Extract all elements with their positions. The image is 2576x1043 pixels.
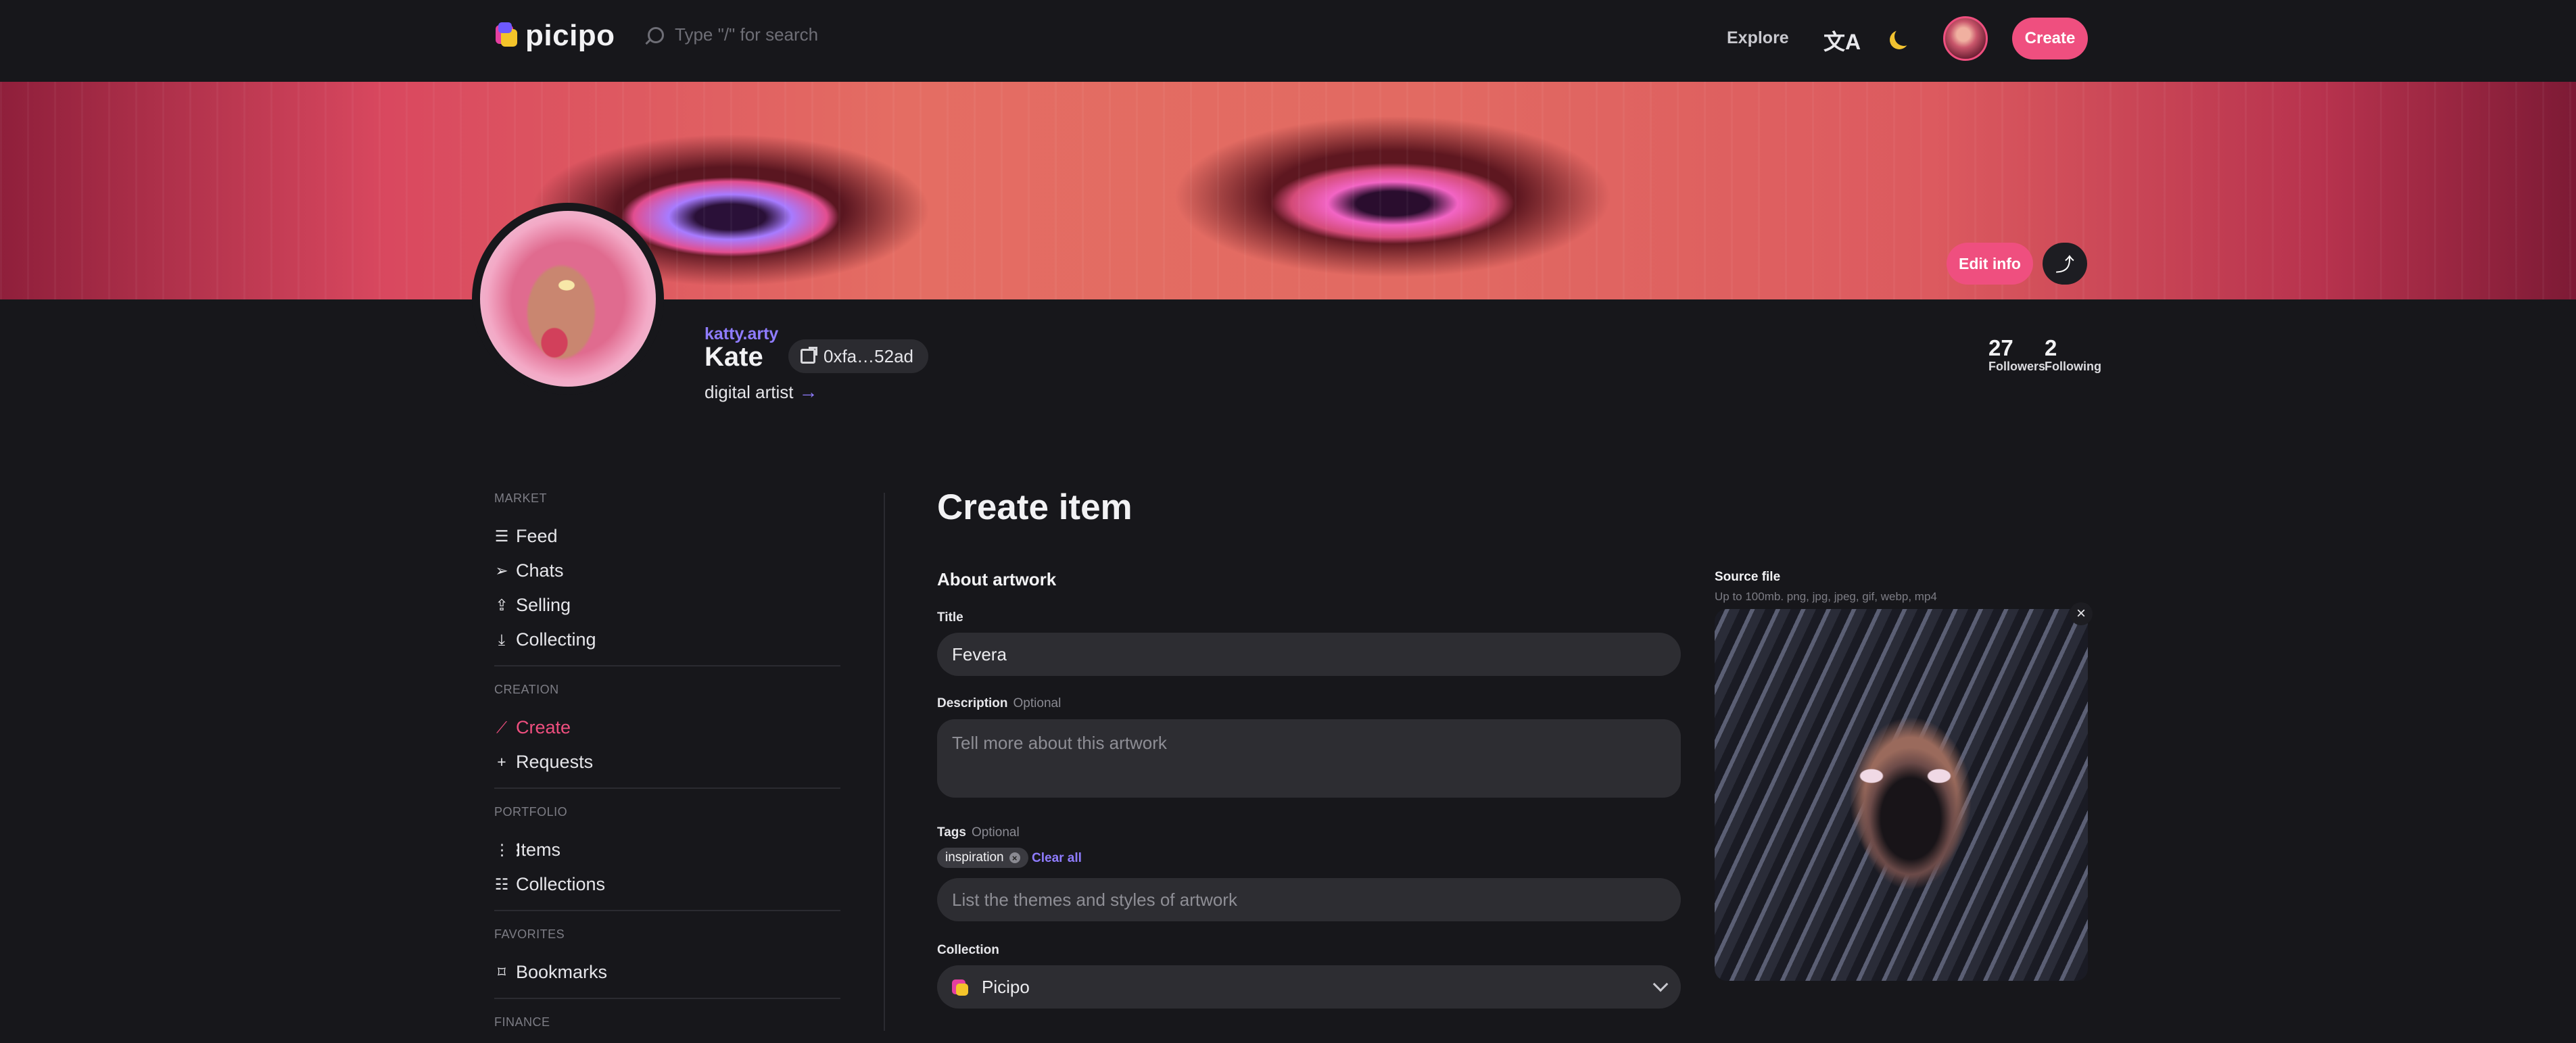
followers-stat[interactable]: 27 Followers	[1988, 335, 2045, 373]
sidebar-item-label: Bookmarks	[516, 962, 608, 982]
explore-link[interactable]: Explore	[1727, 28, 1789, 48]
arrow-right-icon: →	[798, 381, 818, 402]
section-title: About artwork	[937, 569, 1057, 589]
sidebar-item-chats[interactable]: ➢ Chats	[494, 554, 840, 588]
sidebar-item-create[interactable]: ⟋ Create	[494, 710, 840, 745]
send-icon: ➢	[495, 562, 508, 579]
share-icon: ⤴	[2055, 254, 2074, 275]
download-icon: ⤓	[498, 631, 506, 648]
tags-label: Tags Optional	[937, 825, 1020, 840]
divider	[494, 910, 840, 911]
user-avatar[interactable]	[1943, 16, 1988, 61]
sidebar-item-requests[interactable]: + Requests	[494, 745, 840, 779]
sidebar-item-label: Chats	[516, 560, 564, 581]
sidebar-item-items[interactable]: ⋮⋮ Items	[494, 833, 840, 867]
username[interactable]: katty.arty	[705, 324, 778, 344]
collection-label: Collection	[937, 943, 999, 957]
optional-label: Optional	[971, 825, 1020, 840]
edit-info-button[interactable]: Edit info	[1947, 243, 2033, 285]
followers-label: Followers	[1988, 360, 2046, 373]
source-file-hint: Up to 100mb. png, jpg, jpeg, gif, webp, …	[1715, 590, 1937, 603]
group-title-market: MARKET	[494, 491, 548, 505]
wallet-address-button[interactable]: 0xfa…52ad	[788, 339, 928, 373]
grid-icon: ⋮⋮	[494, 841, 525, 858]
search-input[interactable]: Type "/" for search	[648, 24, 818, 45]
content-divider	[884, 493, 885, 1031]
remove-tag-icon[interactable]: ×	[1009, 852, 1020, 863]
profile-banner	[0, 82, 2576, 299]
close-icon[interactable]: ×	[2070, 602, 2093, 625]
sidebar-item-label: Create	[516, 717, 571, 737]
sidebar: MARKET ☰ Feed ➢ Chats ⇪ Selling ⤓ Collecting…	[494, 491, 840, 1043]
description-field[interactable]: Tell more about this artwork	[937, 719, 1681, 798]
sidebar-item-label: Collecting	[516, 629, 596, 650]
following-stat[interactable]: 2 Following	[2045, 335, 2101, 373]
share-button[interactable]: ⤴	[2043, 243, 2087, 285]
group-title-portfolio: PORTFOLIO	[494, 805, 568, 819]
picipo-collection-icon	[952, 978, 970, 996]
divider	[494, 665, 840, 666]
feed-icon: ☰	[494, 527, 509, 545]
description-label: Description Optional	[937, 696, 1062, 710]
translate-icon[interactable]: 文A	[1823, 25, 1861, 56]
sidebar-item-collecting[interactable]: ⤓ Collecting	[494, 623, 840, 657]
title-label: Title	[937, 610, 963, 625]
bio-text: digital artist	[705, 381, 794, 402]
moon-icon[interactable]	[1894, 27, 1913, 46]
group-title-favorites: FAVORITES	[494, 927, 565, 941]
sidebar-item-label: Feed	[516, 526, 558, 546]
tag-text: inspiration	[945, 850, 1004, 865]
sidebar-item-label: Selling	[516, 595, 571, 615]
sidebar-item-collections[interactable]: ☷ Collections	[494, 867, 840, 902]
search-placeholder: Type "/" for search	[675, 24, 819, 45]
tags-input[interactable]: List the themes and styles of artwork	[937, 878, 1681, 921]
source-file-label: Source file	[1715, 570, 1781, 584]
group-title-finance: FINANCE	[494, 1015, 550, 1029]
logo-icon	[496, 22, 517, 49]
logo[interactable]: picipo	[496, 19, 615, 53]
create-button[interactable]: Create	[2012, 18, 2088, 59]
profile-avatar	[472, 203, 664, 395]
following-count: 2	[2045, 335, 2057, 360]
page-title: Create item	[937, 487, 1132, 527]
title-field[interactable]: Fevera	[937, 633, 1681, 676]
sidebar-item-feed[interactable]: ☰ Feed	[494, 519, 840, 554]
sidebar-item-bookmarks[interactable]: ⌑ Bookmarks	[494, 955, 840, 990]
bookmark-icon: ⌑	[498, 963, 506, 981]
external-link-icon	[801, 347, 817, 364]
display-name: Kate	[705, 342, 763, 372]
plus-icon: +	[497, 753, 506, 771]
optional-label: Optional	[1013, 696, 1062, 710]
upload-icon: ⇪	[495, 596, 508, 614]
tags-placeholder: List the themes and styles of artwork	[952, 889, 1237, 910]
collection-select[interactable]: Picipo	[937, 965, 1681, 1009]
sidebar-item-label: Requests	[516, 752, 594, 772]
bio[interactable]: digital artist →	[705, 381, 818, 403]
followers-count: 27	[1988, 335, 2013, 360]
group-title-creation: CREATION	[494, 683, 559, 696]
following-label: Following	[2045, 360, 2101, 373]
divider	[494, 787, 840, 789]
chevron-down-icon	[1652, 976, 1669, 992]
magic-wand-icon: ⟋	[496, 719, 508, 736]
description-placeholder: Tell more about this artwork	[952, 733, 1167, 753]
collection-value: Picipo	[982, 976, 1030, 997]
sidebar-item-label: Items	[516, 840, 561, 860]
divider	[494, 998, 840, 999]
logo-text: picipo	[525, 19, 615, 52]
sidebar-item-label: Collections	[516, 874, 606, 894]
source-file-preview	[1715, 609, 2088, 981]
sidebar-item-selling[interactable]: ⇪ Selling	[494, 588, 840, 623]
clear-all-tags-button[interactable]: Clear all	[1032, 851, 1082, 866]
sliders-icon: ☷	[494, 875, 509, 893]
title-value: Fevera	[952, 644, 1007, 664]
top-header: picipo Type "/" for search Explore 文A Cr…	[0, 0, 2576, 82]
search-icon	[648, 26, 664, 43]
tag-chip[interactable]: inspiration ×	[937, 848, 1028, 868]
wallet-address: 0xfa…52ad	[824, 345, 913, 366]
